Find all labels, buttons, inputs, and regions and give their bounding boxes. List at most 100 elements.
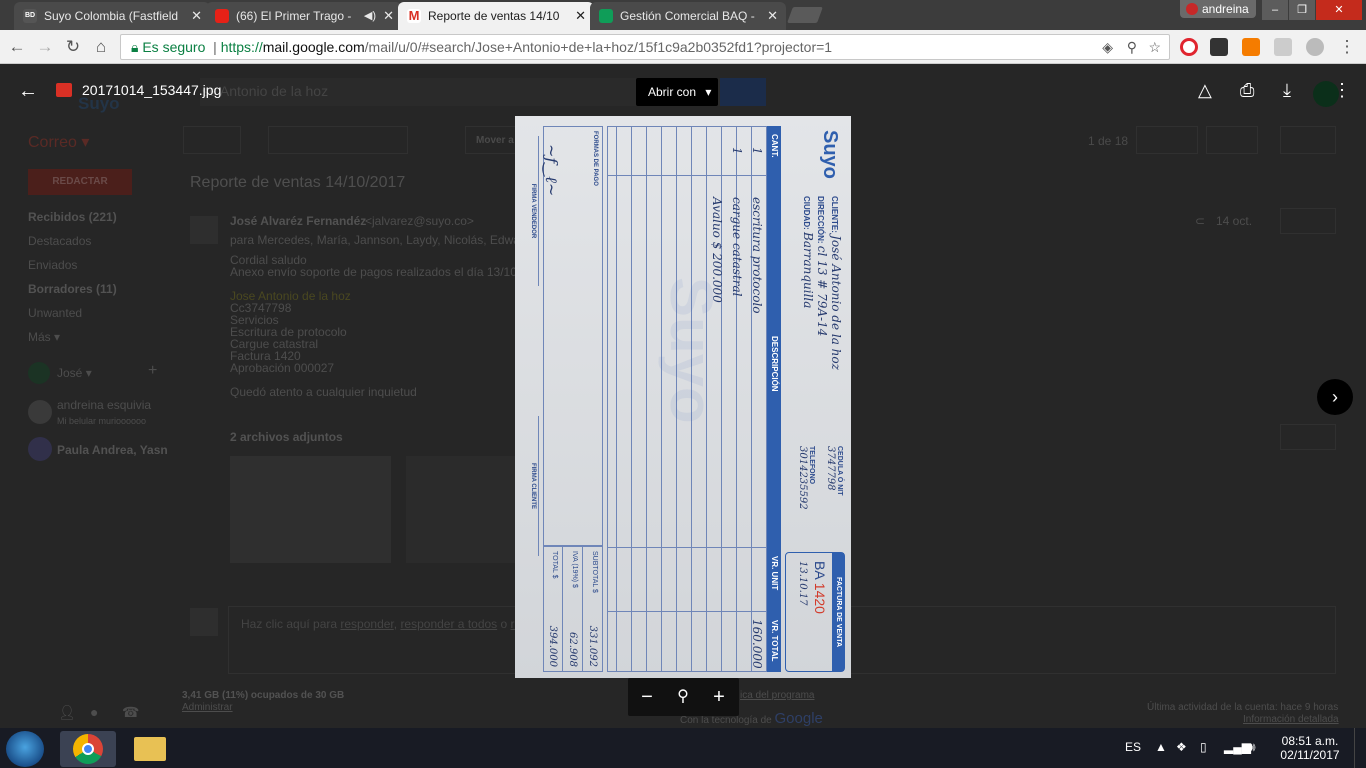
folder-more[interactable]: Más ▾ [28, 330, 178, 354]
tab-gmail[interactable]: M Reporte de ventas 14/10 ✕ [398, 2, 594, 30]
open-with-button[interactable]: Abrir con ▾ [636, 78, 718, 106]
file-name: 20171014_153447.jpg [82, 82, 222, 98]
last-activity: Última actividad de la cuenta: hace 9 ho… [1147, 702, 1339, 713]
extension-icon[interactable] [1274, 38, 1292, 56]
line-quantity: 1 [750, 147, 764, 155]
new-tab-button[interactable] [787, 7, 823, 23]
show-hidden-icons[interactable]: ▲ [1155, 740, 1167, 754]
chrome-taskbar-button[interactable] [60, 731, 116, 767]
program-policies-link[interactable]: ica del programa [740, 690, 814, 701]
youtube-icon [215, 9, 229, 23]
forward-arrow-icon[interactable]: → [34, 36, 56, 58]
tab-sheets[interactable]: Gestión Comercial BAQ - ✕ [590, 2, 786, 30]
watermark: Suyo [658, 277, 725, 424]
analytics-icon[interactable] [1242, 38, 1260, 56]
file-explorer-taskbar-button[interactable] [122, 731, 178, 767]
hangouts-icon[interactable]: ● [90, 704, 98, 720]
folder-unwanted[interactable]: Unwanted [28, 306, 178, 330]
reload-icon[interactable]: ↻ [62, 36, 84, 58]
close-icon[interactable]: ✕ [575, 2, 586, 30]
folder-sent[interactable]: Enviados [28, 258, 178, 282]
maximize-button[interactable]: ❐ [1289, 0, 1315, 20]
minimize-button[interactable]: – [1262, 0, 1288, 20]
manage-link[interactable]: Administrar [182, 702, 233, 713]
folder-inbox[interactable]: Recibidos (221) [28, 210, 178, 234]
recipients[interactable]: para Mercedes, María, Jannson, Laydy, Ni… [230, 233, 515, 247]
mail-dropdown[interactable]: Correo ▾ [28, 132, 89, 152]
email-date: 14 oct. [1216, 214, 1253, 228]
zoom-out-icon[interactable]: − [636, 686, 658, 708]
folder-drafts[interactable]: Borradores (11) [28, 282, 178, 306]
profile-button[interactable]: andreina [1180, 0, 1256, 18]
more-options-icon[interactable]: ⋮ [1333, 80, 1351, 102]
settings-gear-button[interactable] [1280, 126, 1336, 154]
close-icon[interactable]: ✕ [383, 2, 394, 30]
input-tools-button[interactable] [1206, 126, 1258, 154]
phone-icon[interactable]: ☎ [122, 704, 139, 721]
browser-toolbar: ← → ↻ ⌂ 🔒︎ Es seguro | https://mail.goog… [0, 30, 1366, 64]
zoom-reset-icon[interactable]: ⚲ [672, 686, 694, 708]
back-arrow-icon[interactable]: ← [6, 36, 28, 58]
add-to-drive-icon[interactable]: △ [1198, 80, 1220, 102]
line-description: escritura protocolo [750, 197, 764, 314]
opera-icon[interactable] [1180, 38, 1198, 56]
compose-button[interactable]: REDACTAR [28, 169, 132, 195]
menu-icon[interactable]: ⋮ [1336, 36, 1358, 58]
eye-icon[interactable]: ◈ [1102, 35, 1113, 59]
language-indicator[interactable]: ES [1125, 740, 1141, 754]
zoom-in-icon[interactable]: + [708, 686, 730, 708]
toolbar-button-group[interactable] [268, 126, 408, 154]
attachments-label: 2 archivos adjuntos [230, 430, 343, 444]
email-subject: Reporte de ventas 14/10/2017 [190, 174, 406, 191]
back-arrow-icon[interactable]: ← [18, 80, 40, 102]
company-logo: Suyo [819, 130, 841, 179]
browser-tab-strip: BD Suyo Colombia (Fastfield ✕ (66) El Pr… [0, 0, 1366, 30]
search-icon[interactable] [720, 78, 766, 106]
power-icon[interactable]: ▯ [1200, 740, 1207, 754]
contact-name[interactable]: andreina esquivia [57, 398, 151, 412]
attachment-thumbnail[interactable] [230, 456, 391, 563]
home-icon[interactable]: ⌂ [90, 36, 112, 58]
hangouts-user[interactable]: José ▾ [57, 366, 92, 380]
contact-name[interactable]: Paula Andrea, Yasn [57, 443, 168, 457]
back-button[interactable] [183, 126, 241, 154]
star-icon[interactable]: ☆ [1148, 35, 1161, 59]
address-bar[interactable]: 🔒︎ Es seguro | https://mail.google.com/m… [120, 34, 1170, 60]
tab-suyo-colombia[interactable]: BD Suyo Colombia (Fastfield ✕ [14, 2, 210, 30]
print-icon[interactable]: ⎙ [1240, 80, 1262, 102]
attachment-thumbnail[interactable] [406, 456, 515, 563]
speaker-icon[interactable]: ◀) [364, 2, 376, 30]
image-file-icon [56, 83, 72, 97]
show-desktop-button[interactable] [1354, 728, 1366, 768]
dropbox-icon[interactable]: ❖ [1176, 740, 1187, 754]
reply-button[interactable] [1280, 208, 1336, 234]
close-icon[interactable]: ✕ [191, 2, 202, 30]
tab-youtube[interactable]: (66) El Primer Trago - ◀) ✕ [206, 2, 402, 30]
close-window-button[interactable]: ✕ [1316, 0, 1362, 20]
next-image-button[interactable]: › [1317, 379, 1353, 415]
add-icon[interactable]: + [148, 362, 157, 380]
attachment-actions[interactable] [1280, 424, 1336, 450]
download-icon[interactable]: ⤓ [1283, 80, 1305, 102]
details-link[interactable]: Información detallada [1243, 714, 1339, 725]
email-body-line: Aprobación 000027 [230, 361, 335, 375]
clock[interactable]: 08:51 a.m. 02/11/2017 [1280, 734, 1340, 762]
buffer-icon[interactable] [1210, 38, 1228, 56]
email-body: Cordial saludo Anexo envío soporte de pag… [230, 254, 515, 398]
windows-start-icon[interactable] [6, 731, 44, 767]
avatar [28, 437, 52, 461]
sheets-icon [599, 9, 613, 23]
tab-title: Gestión Comercial BAQ - [620, 9, 755, 23]
network-icon[interactable]: ▂▄▆ [1224, 740, 1251, 754]
skype-icon[interactable] [1306, 38, 1324, 56]
folder-starred[interactable]: Destacados [28, 234, 178, 258]
totals-box: SUBTOTAL $ 331.092 IVA (19%) $ 62.908 TO… [543, 546, 603, 672]
avatar [1186, 3, 1198, 15]
folder-list: Recibidos (221) Destacados Enviados Borr… [28, 210, 178, 354]
pager-nav[interactable] [1136, 126, 1198, 154]
volume-icon[interactable]: 🔊︎ [1248, 740, 1256, 755]
invoice-number-box: FACTURA DE VENTA BA 1420 13.10.17 [785, 552, 845, 672]
contacts-icon[interactable]: 👤︎ [58, 704, 76, 721]
close-icon[interactable]: ✕ [767, 2, 778, 30]
zoom-icon[interactable]: ⚲ [1127, 35, 1137, 59]
